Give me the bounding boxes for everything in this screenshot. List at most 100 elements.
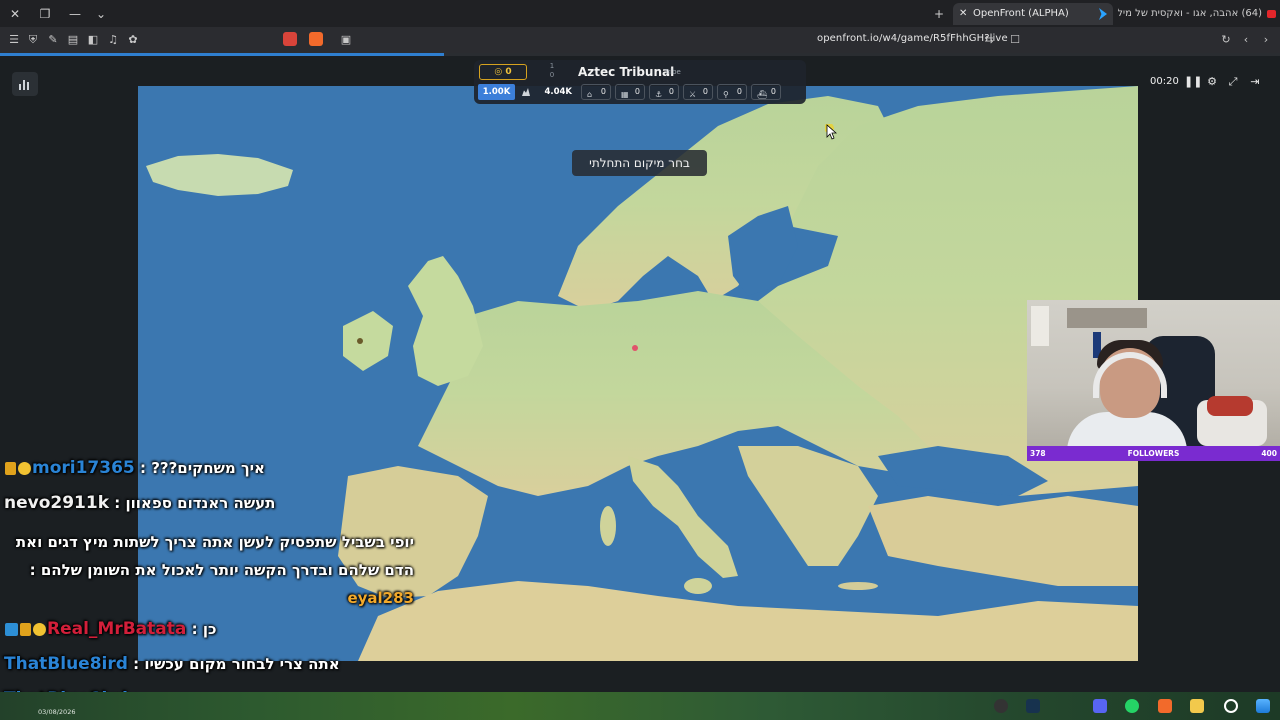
chat-message: Real_MrBatata : כן: [4, 619, 464, 639]
tab-openfront[interactable]: ✕ OpenFront (ALPHA): [953, 3, 1113, 25]
rank-indicator: 1 0: [544, 62, 560, 80]
player-spawn-marker: [632, 345, 638, 351]
blue-badge-icon: [5, 623, 18, 636]
unit-count: 0: [600, 87, 606, 96]
gold-value: 0: [505, 67, 512, 77]
sardinia: [600, 506, 616, 546]
chat-message: nevo2911k : תעשה ראנדום ספאוון: [4, 493, 276, 513]
rank-top: 1: [549, 62, 555, 70]
bookmark-icon[interactable]: ☐: [1008, 33, 1022, 47]
site-settings-icon[interactable]: ⇆: [982, 33, 996, 47]
unit-counter[interactable]: ⌂ 0: [581, 84, 611, 100]
reader-icon[interactable]: ▣: [339, 33, 353, 47]
population-value: 1.00K: [478, 84, 515, 100]
close-window-icon[interactable]: ✕: [6, 5, 24, 23]
followers-label: FOLLOWERS: [1127, 449, 1180, 458]
shield-icon[interactable]: ⛨: [26, 33, 40, 47]
screen: { "browser": { "active_tab_title": "Open…: [0, 0, 1280, 720]
missile-silo-icon: ⚲: [723, 90, 729, 99]
chat-message: יופי בשביל שתפסיק לעשן אתה צריך לשתות מי…: [15, 533, 414, 607]
nation-marker: [357, 338, 363, 344]
max-population-value: 4.04K: [544, 87, 572, 97]
brave-icon[interactable]: [1158, 699, 1172, 713]
chat-username: nevo2911k: [4, 493, 110, 513]
spawn-instruction: בחר מיקום התחלתי: [572, 150, 707, 176]
rank-bottom: 0: [549, 71, 555, 79]
file-explorer-icon[interactable]: [1190, 699, 1204, 713]
windows-taskbar: [0, 692, 1280, 720]
followers-goal: 400: [1261, 449, 1277, 458]
player-hud: ◎ 0 1 0 Aztec Tribunal Tribe 1.00K 4.04K…: [474, 60, 806, 104]
close-tab-icon[interactable]: ✕: [959, 3, 967, 25]
tab-youtube[interactable]: (64) אהבה, אגו - ואקסית של מיליארד: [1118, 3, 1280, 25]
chat-text: איך משחקים???: [151, 459, 265, 477]
steam-icon[interactable]: [1026, 699, 1040, 713]
brave-shield-icon[interactable]: [309, 32, 323, 46]
unit-counter[interactable]: ⚲ 0: [717, 84, 747, 100]
chat-text: יופי בשביל שתפסיק לעשן אתה צריך לשתות מי…: [15, 533, 414, 579]
tab-list-icon[interactable]: ⌄: [92, 5, 110, 23]
chat-message: mori17365 : איך משחקים???: [4, 458, 464, 478]
tab-title: (64) אהבה, אגו - ואקסית של מיליארד: [1118, 8, 1262, 19]
unit-counter[interactable]: ⚓ 0: [649, 84, 679, 100]
chat-text: אתה צרי לבחור מקום עכשיו: [144, 655, 340, 673]
followers-goal-bar: 378 FOLLOWERS 400: [1027, 446, 1280, 461]
nation-name: Aztec Tribunal: [578, 65, 675, 79]
trophy-badge-icon: [5, 462, 16, 475]
chat-username: eyal283: [347, 589, 414, 607]
obs-icon[interactable]: [994, 699, 1008, 713]
port-icon: ⚓: [655, 90, 663, 99]
restore-window-icon[interactable]: ❐: [36, 5, 54, 23]
unit-count: 0: [736, 87, 742, 96]
tabs-icon[interactable]: ▤: [66, 33, 80, 47]
tab-title: OpenFront (ALPHA): [973, 8, 1069, 19]
reload-icon[interactable]: ↻: [1219, 33, 1233, 47]
browser-toolbar: ☰ ⛨ ✎ ▤ ◧ ♫ ✿ ▣ openfront.io/w4/game/R5f…: [0, 27, 1280, 53]
windows-start-icon[interactable]: [1256, 699, 1270, 713]
back-icon[interactable]: ‹: [1239, 33, 1253, 47]
city-icon: ⌂: [587, 90, 593, 99]
taskbar-date: 03/08/2026: [38, 708, 76, 716]
settings-gear-icon[interactable]: ⚙: [1205, 75, 1219, 89]
tab-favicon-icon: [1099, 8, 1107, 20]
stats-button[interactable]: [12, 72, 38, 96]
exit-icon[interactable]: ⇥: [1248, 75, 1262, 89]
pause-icon[interactable]: ❚❚: [1184, 75, 1202, 89]
address-bar[interactable]: openfront.io/w4/game/R5fFhhGH?live: [817, 33, 1008, 44]
crete: [838, 582, 878, 590]
extension-red-icon[interactable]: [283, 32, 297, 46]
mouse-cursor-icon: [825, 124, 837, 140]
browser-title-bar: ✕ ❐ — ⌄ + ✕ OpenFront (ALPHA) (64) אהבה,…: [0, 0, 1280, 27]
stream-chat: mori17365 : איך משחקים??? nevo2911k : תעש…: [0, 456, 470, 720]
factory-icon: ▦: [621, 90, 629, 99]
whatsapp-icon[interactable]: [1125, 699, 1139, 713]
game-timer: 00:20: [1150, 76, 1179, 87]
chat-username: mori17365: [32, 458, 135, 478]
pin-icon[interactable]: ✎: [46, 33, 60, 47]
search-icon[interactable]: [1224, 699, 1238, 713]
warship-icon: ⛴: [757, 90, 768, 99]
unit-counter[interactable]: ⚔ 0: [683, 84, 713, 100]
sidebar-icon[interactable]: ◧: [86, 33, 100, 47]
fullscreen-icon[interactable]: ⤢: [1226, 75, 1240, 89]
discord-icon[interactable]: [1093, 699, 1107, 713]
music-icon[interactable]: ♫: [106, 33, 120, 47]
unit-count: 0: [702, 87, 708, 96]
forward-icon[interactable]: ›: [1259, 33, 1273, 47]
max-population: 4.04K: [518, 84, 574, 100]
gold-badge-icon: [33, 623, 46, 636]
trophy-badge-icon: [20, 623, 31, 636]
unit-counter[interactable]: ⛴ 0: [751, 84, 781, 100]
unit-counter[interactable]: ▦ 0: [615, 84, 645, 100]
gold-badge-icon: [18, 462, 31, 475]
minimize-window-icon[interactable]: —: [66, 5, 84, 23]
chat-username: Real_MrBatata: [47, 619, 187, 639]
sicily: [684, 578, 712, 594]
unit-count: 0: [668, 87, 674, 96]
menu-icon[interactable]: ☰: [7, 33, 21, 47]
chat-username: ThatBlue8ird: [4, 654, 128, 674]
game-controls: 00:20 ❚❚ ⚙ ⤢ ⇥: [1146, 72, 1270, 94]
extensions-icon[interactable]: ✿: [126, 33, 140, 47]
unit-count: 0: [770, 87, 776, 96]
new-tab-icon[interactable]: +: [930, 5, 948, 23]
